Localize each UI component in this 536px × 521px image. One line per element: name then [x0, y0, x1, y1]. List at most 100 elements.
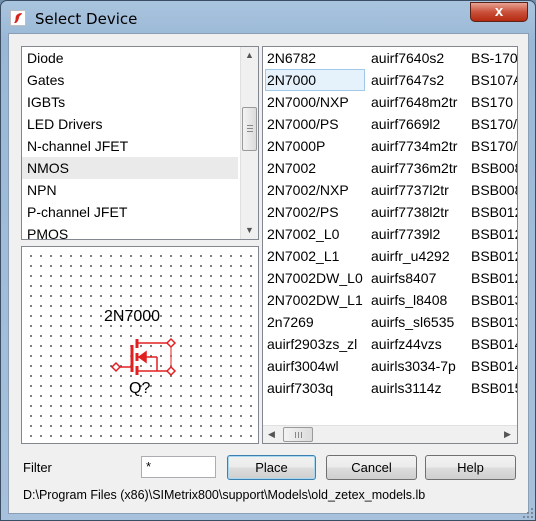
category-item-p-channel-jfet[interactable]: P-channel JFET	[22, 201, 238, 223]
device-item[interactable]: auirf2903zs_zl	[267, 333, 367, 355]
filter-label: Filter	[23, 460, 52, 475]
device-item[interactable]: 2N6782	[267, 47, 367, 69]
category-items: Diode Gates IGBTs LED Drivers N-channel JFET…	[22, 47, 258, 239]
device-item[interactable]: 2N7002_L0	[267, 223, 367, 245]
device-item[interactable]: auirfr_u4292	[371, 245, 450, 267]
device-item[interactable]: auirfs8407	[371, 267, 436, 289]
device-item[interactable]: 2N7000	[265, 69, 365, 91]
scroll-right-arrow-icon[interactable]: ▶	[499, 426, 516, 443]
device-item[interactable]: 2N7002_L1	[267, 245, 367, 267]
horizontal-scroll-thumb[interactable]	[283, 427, 313, 442]
device-item[interactable]: BSB014	[471, 355, 517, 377]
device-item[interactable]: auirf7648m2tr	[371, 91, 457, 113]
dialog-body: Diode Gates IGBTs LED Drivers N-channel JFET…	[8, 33, 529, 514]
category-vertical-scrollbar[interactable]: ▲ ▼	[240, 47, 258, 239]
device-item[interactable]: auirf3004wl	[267, 355, 367, 377]
device-item[interactable]: BS-170	[471, 47, 517, 69]
device-item[interactable]: auirf7738l2tr	[371, 201, 449, 223]
device-item[interactable]: 2N7002DW_L1	[267, 289, 367, 311]
device-item[interactable]: BSB012	[471, 223, 517, 245]
symbol-preview: 2N7000 Q?	[21, 246, 259, 444]
title-bar[interactable]: Select Device x	[1, 1, 535, 35]
category-item-npn[interactable]: NPN	[22, 179, 238, 201]
device-item[interactable]: BSB013	[471, 311, 517, 333]
category-item-gates[interactable]: Gates	[22, 69, 238, 91]
filter-input[interactable]: *	[141, 456, 216, 478]
device-row: auirf3004wl auirls3034-7p BSB014	[263, 355, 517, 377]
device-item[interactable]: auirf7734m2tr	[371, 135, 457, 157]
cancel-button[interactable]: Cancel	[326, 455, 417, 480]
device-row: 2N6782 auirf7640s2 BS-170	[263, 47, 517, 69]
device-item[interactable]: BSB014	[471, 333, 517, 355]
device-item[interactable]: 2N7000/PS	[267, 113, 367, 135]
device-horizontal-scrollbar[interactable]: ◀ ▶	[263, 425, 517, 443]
device-item[interactable]: BSB012	[471, 245, 517, 267]
device-item[interactable]: auirf7736m2tr	[371, 157, 457, 179]
device-item[interactable]: 2N7000/NXP	[267, 91, 367, 113]
device-item[interactable]: auirf7647s2	[371, 69, 444, 91]
device-item[interactable]: BS170/	[471, 135, 517, 157]
device-row: 2N7000/PS auirf7669l2 BS170/	[263, 113, 517, 135]
device-item[interactable]: BSB008	[471, 157, 517, 179]
device-item[interactable]: auirf7737l2tr	[371, 179, 449, 201]
device-row: 2N7000 auirf7647s2 BS107A	[263, 69, 517, 91]
device-row: auirf2903zs_zl auirfz44vzs BSB014	[263, 333, 517, 355]
category-item-led-drivers[interactable]: LED Drivers	[22, 113, 238, 135]
device-row: 2N7002/PS auirf7738l2tr BSB012	[263, 201, 517, 223]
device-row: 2N7002DW_L1 auirfs_l8408 BSB013	[263, 289, 517, 311]
scroll-down-arrow-icon[interactable]: ▼	[241, 222, 258, 239]
device-list[interactable]: 2N6782 auirf7640s2 BS-170 2N7000 auirf7647s2…	[262, 46, 518, 444]
close-button[interactable]: x	[470, 2, 528, 22]
nmos-symbol: 2N7000 Q?	[104, 308, 177, 397]
device-item[interactable]: 2N7002	[267, 157, 367, 179]
device-row: 2N7002DW_L0 auirfs8407 BSB012	[263, 267, 517, 289]
device-item[interactable]: BS170/	[471, 113, 517, 135]
window-title: Select Device	[35, 10, 138, 28]
device-item[interactable]: auirls3114z	[371, 377, 442, 399]
device-item[interactable]: BSB008	[471, 179, 517, 201]
device-item[interactable]: 2N7000P	[267, 135, 367, 157]
device-row: 2N7002_L1 auirfr_u4292 BSB012	[263, 245, 517, 267]
device-item[interactable]: BS170	[471, 91, 513, 113]
device-row: 2N7000/NXP auirf7648m2tr BS170	[263, 91, 517, 113]
device-item[interactable]: auirfz44vzs	[371, 333, 442, 355]
device-item[interactable]: auirf7739l2	[371, 223, 440, 245]
device-item[interactable]: auirf7303q	[267, 377, 367, 399]
preview-part-name: 2N7000	[104, 308, 160, 325]
device-item[interactable]: auirls3034-7p	[371, 355, 456, 377]
device-row: 2N7002_L0 auirf7739l2 BSB012	[263, 223, 517, 245]
device-item[interactable]: BSB012	[471, 201, 517, 223]
device-item[interactable]: auirf7640s2	[371, 47, 444, 69]
category-item-n-channel-jfet[interactable]: N-channel JFET	[22, 135, 238, 157]
device-item[interactable]: BSB013	[471, 289, 517, 311]
place-button[interactable]: Place	[227, 455, 316, 480]
scroll-thumb[interactable]	[242, 107, 257, 151]
device-row: 2N7002/NXP auirf7737l2tr BSB008	[263, 179, 517, 201]
device-item[interactable]: 2N7002/NXP	[267, 179, 367, 201]
device-row: 2N7002 auirf7736m2tr BSB008	[263, 157, 517, 179]
category-item-nmos[interactable]: NMOS	[22, 157, 238, 179]
help-button[interactable]: Help	[425, 455, 516, 480]
resize-grip-icon[interactable]	[522, 507, 534, 519]
preview-ref-designator: Q?	[129, 380, 150, 397]
simetrix-app-icon	[10, 10, 26, 26]
category-item-pmos[interactable]: PMOS	[22, 223, 238, 239]
device-item[interactable]: 2N7002/PS	[267, 201, 367, 223]
category-item-igbts[interactable]: IGBTs	[22, 91, 238, 113]
device-item[interactable]: BSB012	[471, 267, 517, 289]
category-item-diode[interactable]: Diode	[22, 47, 238, 69]
device-item[interactable]: BS107A	[471, 69, 517, 91]
device-row: auirf7303q auirls3114z BSB015	[263, 377, 517, 399]
device-item[interactable]: BSB015	[471, 377, 517, 399]
device-item[interactable]: auirf7669l2	[371, 113, 440, 135]
scroll-left-arrow-icon[interactable]: ◀	[263, 426, 280, 443]
device-item[interactable]: 2n7269	[267, 311, 367, 333]
device-row: 2N7000P auirf7734m2tr BS170/	[263, 135, 517, 157]
device-row: 2n7269 auirfs_sl6535 BSB013	[263, 311, 517, 333]
category-list[interactable]: Diode Gates IGBTs LED Drivers N-channel JFET…	[21, 46, 259, 240]
scroll-up-arrow-icon[interactable]: ▲	[241, 47, 258, 64]
device-item[interactable]: 2N7002DW_L0	[267, 267, 367, 289]
device-item[interactable]: auirfs_sl6535	[371, 311, 454, 333]
device-item[interactable]: auirfs_l8408	[371, 289, 447, 311]
close-icon: x	[494, 3, 504, 20]
